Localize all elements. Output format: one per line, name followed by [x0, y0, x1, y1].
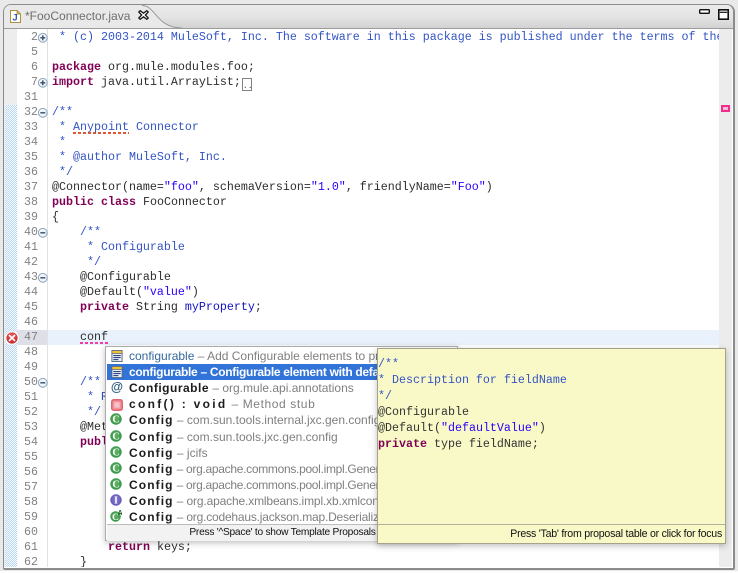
svg-text:C: C	[112, 415, 119, 425]
svg-text:@: @	[111, 381, 123, 393]
svg-text:I: I	[114, 495, 118, 505]
svg-text:J: J	[12, 13, 17, 24]
svg-text:C: C	[112, 447, 119, 457]
svg-text:C: C	[112, 463, 119, 473]
svg-text:C: C	[112, 479, 119, 489]
svg-text:C: C	[112, 431, 119, 441]
svg-text:A: A	[118, 510, 122, 517]
